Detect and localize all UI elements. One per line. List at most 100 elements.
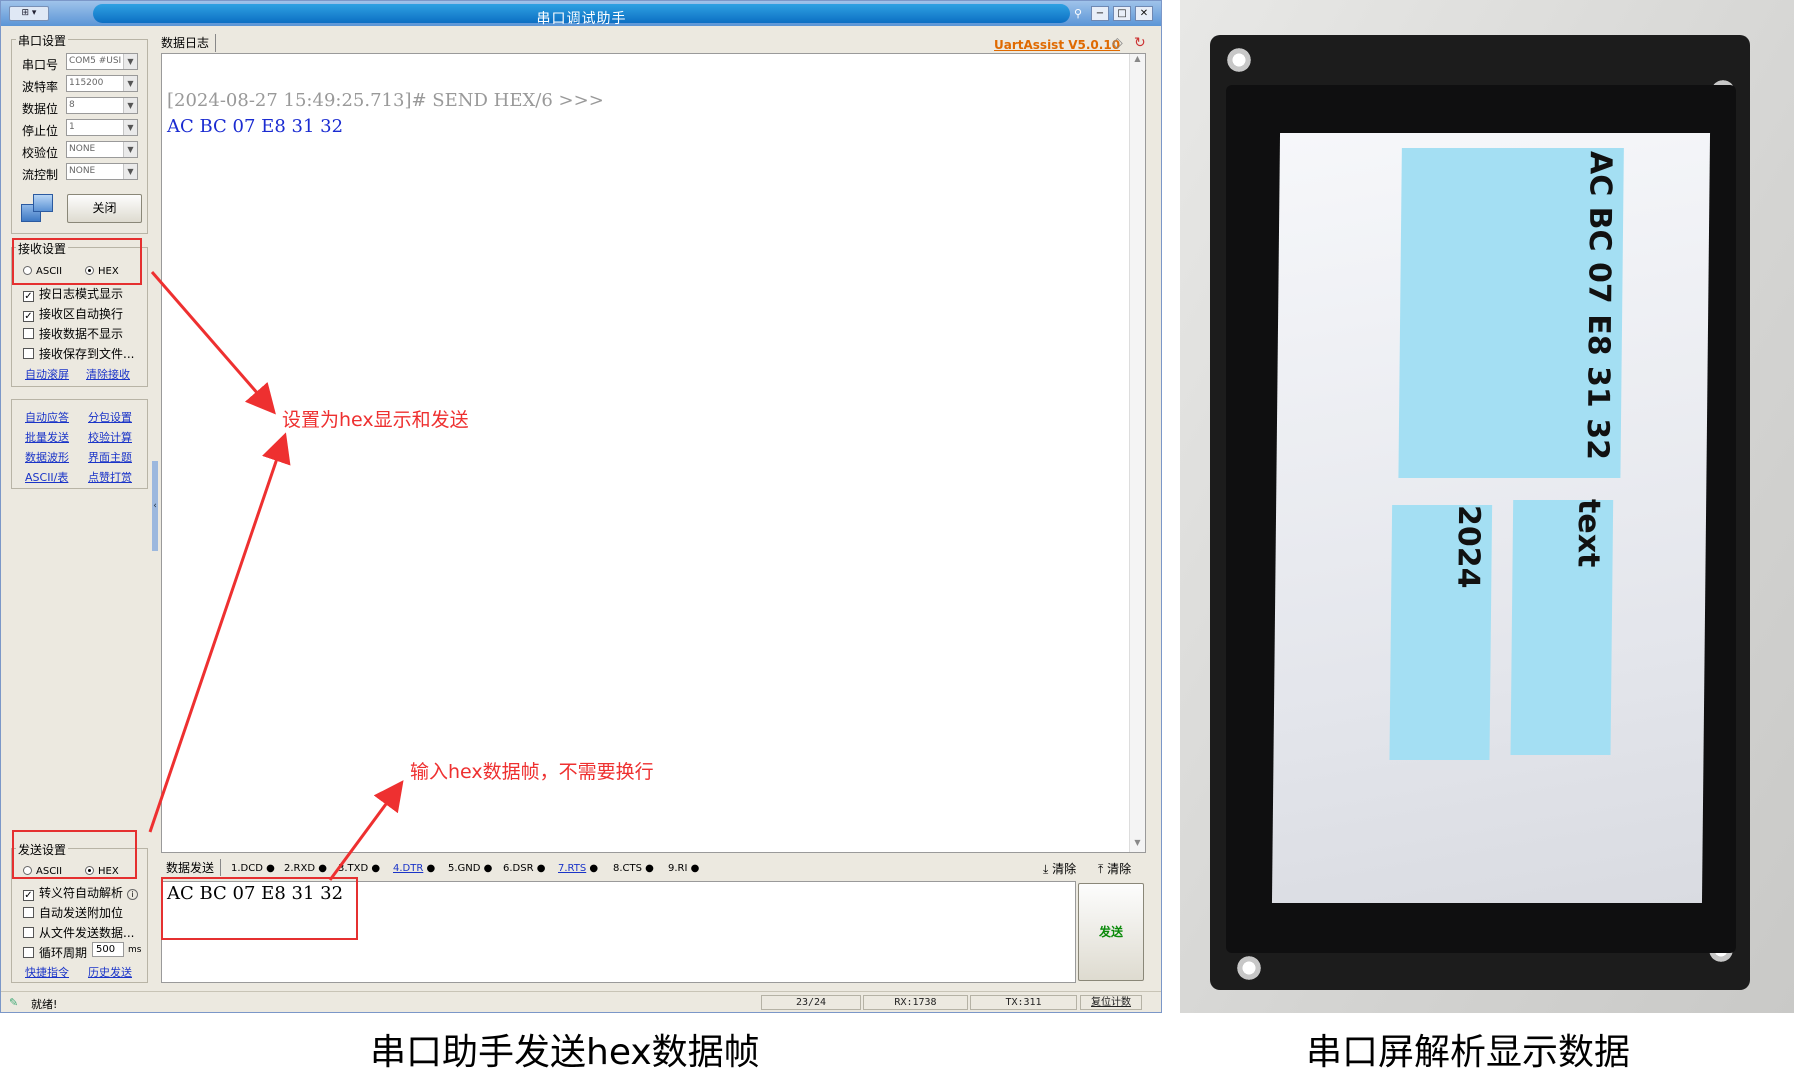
unchecked-box-icon — [23, 328, 34, 339]
check-icon: ✓ — [23, 890, 34, 901]
baud-label: 波特率 — [22, 80, 59, 94]
status-text: 就绪! — [31, 998, 58, 1011]
send-from-file-checkbox[interactable]: 从文件发送数据... — [23, 924, 134, 941]
brand-link[interactable]: UartAssist V5.0.10 — [994, 38, 1120, 52]
databits-select[interactable]: 8 ▼ — [66, 97, 138, 114]
mount-hole — [1234, 953, 1264, 983]
save-to-file-checkbox[interactable]: 接收保存到文件... — [23, 345, 134, 362]
quick-commands-link[interactable]: 快捷指令 — [25, 964, 69, 980]
theme-link[interactable]: 界面主题 — [88, 449, 132, 465]
send-button[interactable]: 发送 — [1078, 883, 1144, 981]
screen-hex-text: AC BC 07 E8 31 32 — [1579, 151, 1618, 460]
chevron-down-icon[interactable]: ▼ — [123, 120, 137, 135]
close-window-button[interactable]: ✕ — [1135, 6, 1153, 21]
chevron-down-icon[interactable]: ▼ — [123, 164, 137, 179]
databits-label: 数据位 — [22, 102, 59, 116]
signal-dsr: 6.DSR ● — [503, 863, 546, 874]
auto-scroll-link[interactable]: 自动滚屏 — [25, 366, 69, 382]
check-icon: ✓ — [23, 311, 34, 322]
auto-wrap-checkbox[interactable]: ✓ 接收区自动换行 — [23, 305, 123, 322]
ascii-table-link[interactable]: ASCII/表 — [25, 469, 68, 485]
auto-reply-link[interactable]: 自动应答 — [25, 409, 69, 425]
status-bar: ✎ 就绪! 23/24 RX:1738 TX:311 复位计数 — [1, 991, 1161, 1013]
send-hex-highlight — [12, 830, 137, 879]
escape-parse-checkbox[interactable]: ✓ 转义符自动解析 i — [23, 884, 139, 901]
waveform-link[interactable]: 数据波形 — [25, 449, 69, 465]
input-highlight — [161, 877, 358, 940]
stopbits-select[interactable]: 1 ▼ — [66, 119, 138, 136]
baud-select[interactable]: 115200 ▼ — [66, 75, 138, 92]
collapse-panel-handle[interactable]: ‹ — [152, 461, 158, 551]
batch-send-link[interactable]: 批量发送 — [25, 429, 69, 445]
pcb-board: AC BC 07 E8 31 32 text 2024 — [1210, 35, 1750, 990]
send-history-link[interactable]: 历史发送 — [88, 964, 132, 980]
screen-text-label: text — [1570, 499, 1607, 568]
port-label: 串口号 — [22, 58, 59, 72]
diamond-icon[interactable]: ◇ — [1112, 35, 1123, 51]
device-photo: AC BC 07 E8 31 32 text 2024 — [1180, 0, 1794, 1013]
scroll-up-icon[interactable]: ▲ — [1130, 54, 1145, 68]
close-port-button[interactable]: 关闭 — [67, 194, 142, 223]
status-rx: RX:1738 — [863, 995, 968, 1010]
parity-label: 校验位 — [22, 146, 59, 160]
unchecked-box-icon — [23, 947, 34, 958]
title-pill: 串口调试助手 — [93, 4, 1070, 27]
log-panel[interactable]: [2024-08-27 15:49:25.713]# SEND HEX/6 >>… — [161, 53, 1146, 853]
loop-period-checkbox[interactable]: 循环周期 — [23, 944, 87, 961]
input-note: 输入hex数据帧，不需要换行 — [410, 761, 654, 783]
window-controls: ⚲ − □ ✕ — [1069, 6, 1153, 21]
log-mode-checkbox[interactable]: ✓ 按日志模式显示 — [23, 285, 123, 302]
chevron-down-icon[interactable]: ▼ — [123, 76, 137, 91]
maximize-button[interactable]: □ — [1113, 6, 1131, 21]
unchecked-box-icon — [23, 348, 34, 359]
parity-select[interactable]: NONE ▼ — [66, 141, 138, 158]
period-unit: ms — [128, 945, 142, 955]
port-select[interactable]: COM5 #USI ▼ — [66, 53, 138, 70]
check-icon: ✓ — [23, 291, 34, 302]
tab-data-send[interactable]: 数据发送 — [166, 859, 222, 876]
flow-select[interactable]: NONE ▼ — [66, 163, 138, 180]
donate-link[interactable]: 点赞打赏 — [88, 469, 132, 485]
uart-assist-window: ⊞ ▾ 串口调试助手 ⚲ − □ ✕ 串口设置 串口号 COM5 #USI ▼ 波… — [0, 0, 1162, 1013]
log-scrollbar[interactable]: ▲ ▼ — [1129, 54, 1145, 852]
signal-rts[interactable]: 7.RTS ● — [558, 863, 598, 874]
hide-received-checkbox[interactable]: 接收数据不显示 — [23, 325, 123, 342]
status-count: 23/24 — [761, 995, 861, 1010]
window-title: 串口调试助手 — [536, 11, 627, 27]
log-data-line: AC BC 07 E8 31 32 — [167, 116, 344, 137]
hex-mode-note: 设置为hex显示和发送 — [282, 409, 469, 431]
composite-figure: ⊞ ▾ 串口调试助手 ⚲ − □ ✕ 串口设置 串口号 COM5 #USI ▼ 波… — [0, 0, 1794, 1080]
reset-count-button[interactable]: 复位计数 — [1080, 995, 1142, 1010]
signal-gnd: 5.GND ● — [448, 863, 493, 874]
scroll-down-icon[interactable]: ▼ — [1130, 838, 1145, 852]
clear-receive-link[interactable]: 清除接收 — [86, 366, 130, 382]
info-icon[interactable]: i — [127, 889, 139, 900]
send-toolbar: 数据发送 1.DCD ● 2.RXD ● 3.TXD ● 4.DTR ● 5.G… — [161, 859, 1146, 878]
caption-left: 串口助手发送hex数据帧 — [370, 1032, 760, 1073]
serial-settings-legend: 串口设置 — [16, 32, 69, 49]
caption-right: 串口屏解析显示数据 — [1306, 1032, 1631, 1073]
status-icon: ✎ — [9, 996, 19, 1009]
unchecked-box-icon — [23, 927, 34, 938]
signal-txd: 3.TXD ● — [338, 863, 381, 874]
chevron-down-icon[interactable]: ▼ — [123, 142, 137, 157]
pin-icon[interactable]: ⚲ — [1069, 6, 1087, 21]
clear-send-button[interactable]: ⤓ 清除 — [1043, 860, 1076, 877]
flow-label: 流控制 — [22, 168, 59, 182]
tab-data-log[interactable]: 数据日志 — [161, 34, 217, 52]
connection-icon[interactable] — [21, 194, 55, 224]
chevron-down-icon[interactable]: ▼ — [123, 98, 137, 113]
unchecked-box-icon — [23, 907, 34, 918]
signal-dtr[interactable]: 4.DTR ● — [393, 863, 435, 874]
checksum-link[interactable]: 校验计算 — [88, 429, 132, 445]
system-menu-button[interactable]: ⊞ ▾ — [9, 6, 49, 21]
signal-dcd: 1.DCD ● — [231, 863, 275, 874]
chevron-down-icon[interactable]: ▼ — [123, 54, 137, 69]
clear-all-button[interactable]: ⤒ 清除 — [1098, 860, 1131, 877]
minimize-button[interactable]: − — [1091, 6, 1109, 21]
title-bar[interactable]: ⊞ ▾ 串口调试助手 ⚲ − □ ✕ — [1, 1, 1161, 27]
refresh-icon[interactable]: ↻ — [1134, 35, 1146, 51]
append-bits-checkbox[interactable]: 自动发送附加位 — [23, 904, 123, 921]
packet-settings-link[interactable]: 分包设置 — [88, 409, 132, 425]
period-input[interactable]: 500 — [92, 942, 124, 957]
